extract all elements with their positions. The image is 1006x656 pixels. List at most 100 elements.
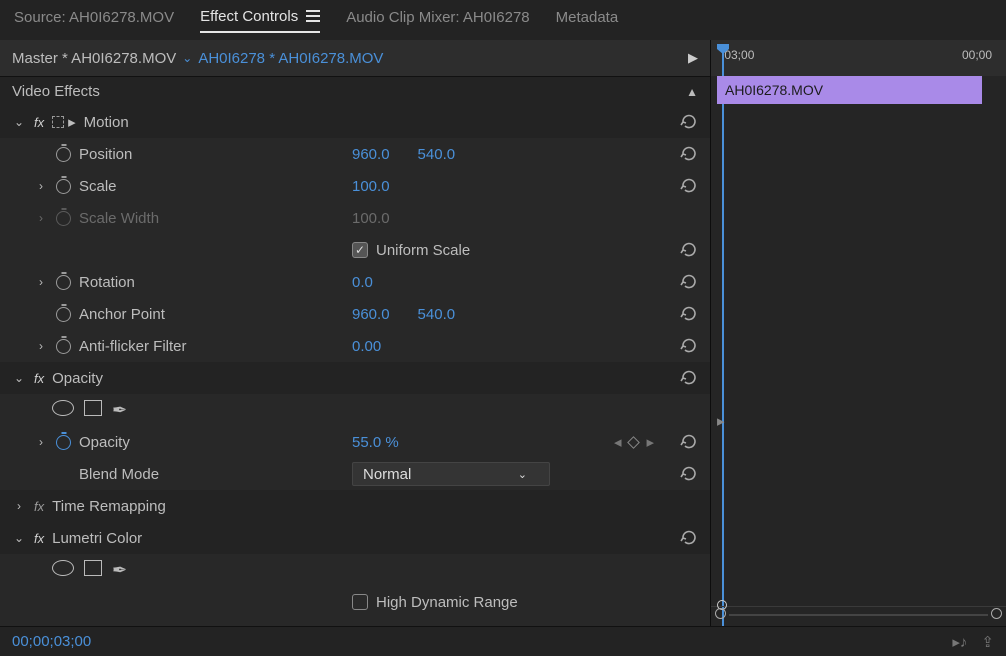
rotation-value[interactable]: 0.0 <box>352 274 373 291</box>
clip-bar[interactable]: AH0I6278.MOV <box>717 76 982 104</box>
properties-list: ⌄ fx ▸ Motion Position 960.0 540.0 <box>0 106 710 626</box>
timeline-scrollbar[interactable] <box>729 614 988 616</box>
playhead[interactable] <box>717 44 729 54</box>
anti-flicker-value[interactable]: 0.00 <box>352 338 381 355</box>
blend-mode-select[interactable]: Normal ⌄ <box>352 462 550 486</box>
stopwatch-icon <box>56 211 71 226</box>
twirl-icon[interactable]: ⌄ <box>12 531 26 545</box>
export-icon[interactable]: ⇪ <box>981 633 994 651</box>
prop-hdr: High Dynamic Range <box>0 586 710 618</box>
blend-mode-label: Blend Mode <box>79 466 159 483</box>
effect-motion-label: Motion <box>84 114 129 131</box>
rotation-label: Rotation <box>79 274 135 291</box>
effect-controls-panel: Source: AH0I6278.MOV Effect Controls Aud… <box>0 0 1006 656</box>
fx-badge-icon[interactable]: fx <box>34 371 44 386</box>
video-effects-header[interactable]: Video Effects ▲ <box>0 76 710 106</box>
master-clip-label: Master * AH0I6278.MOV <box>12 50 176 67</box>
blend-mode-value: Normal <box>363 466 411 483</box>
master-clip-bar: Master * AH0I6278.MOV ⌄ AH0I6278 * AH0I6… <box>0 40 710 76</box>
ellipse-mask-icon[interactable] <box>52 560 74 576</box>
uniform-scale-checkbox[interactable] <box>352 242 368 258</box>
rectangle-mask-icon[interactable] <box>84 400 102 416</box>
prev-keyframe-icon[interactable]: ◂ <box>614 433 622 451</box>
pen-mask-icon[interactable]: ✒ <box>112 560 127 581</box>
reset-button[interactable] <box>680 433 698 451</box>
zoom-handle-right-icon[interactable] <box>991 608 1002 619</box>
twirl-icon[interactable]: › <box>12 499 26 513</box>
chevron-down-icon: ⌄ <box>518 468 527 481</box>
tab-metadata[interactable]: Metadata <box>556 9 619 32</box>
hdr-checkbox[interactable] <box>352 594 368 610</box>
loop-icon[interactable]: ▸♪ <box>952 633 967 651</box>
prop-opacity: › Opacity 55.0 % ◂ ▸ <box>0 426 710 458</box>
panel-menu-icon[interactable] <box>306 10 320 22</box>
anti-flicker-label: Anti-flicker Filter <box>79 338 187 355</box>
reset-button[interactable] <box>680 273 698 291</box>
reset-button[interactable] <box>680 145 698 163</box>
stopwatch-icon[interactable] <box>56 147 71 162</box>
prop-uniform-scale: Uniform Scale <box>0 234 710 266</box>
scale-value[interactable]: 100.0 <box>352 178 390 195</box>
prop-blend-mode: Blend Mode Normal ⌄ <box>0 458 710 490</box>
reset-button[interactable] <box>680 337 698 355</box>
ellipse-mask-icon[interactable] <box>52 400 74 416</box>
tab-effect-controls[interactable]: Effect Controls <box>200 8 320 33</box>
add-keyframe-icon[interactable] <box>628 436 641 449</box>
collapse-up-icon[interactable]: ▲ <box>686 85 698 99</box>
play-icon[interactable]: ▶ <box>688 50 698 66</box>
twirl-icon[interactable]: ⌄ <box>12 371 26 385</box>
opacity-value[interactable]: 55.0 % <box>352 434 399 451</box>
twirl-icon[interactable]: › <box>34 179 48 193</box>
tab-source[interactable]: Source: AH0I6278.MOV <box>14 9 174 32</box>
uniform-scale-label: Uniform Scale <box>376 242 470 259</box>
fx-badge-icon[interactable]: fx <box>34 115 44 130</box>
keyframe-expand-icon[interactable]: ▸ <box>717 412 725 430</box>
panel-tabbar: Source: AH0I6278.MOV Effect Controls Aud… <box>0 0 1006 40</box>
twirl-icon[interactable]: ⌄ <box>12 115 26 129</box>
reset-button[interactable] <box>680 369 698 387</box>
fx-badge-icon[interactable]: fx <box>34 531 44 546</box>
stopwatch-icon[interactable] <box>56 275 71 290</box>
reset-button[interactable] <box>680 305 698 323</box>
reset-button[interactable] <box>680 241 698 259</box>
prop-scale-width: › Scale Width 100.0 <box>0 202 710 234</box>
anchor-y-value[interactable]: 540.0 <box>418 306 456 323</box>
reset-button[interactable] <box>680 529 698 547</box>
chevron-down-icon[interactable]: ⌄ <box>182 51 192 65</box>
stopwatch-icon[interactable] <box>56 435 71 450</box>
time-ruler[interactable]: :03;00 00;00 <box>711 40 1006 76</box>
tab-audio-mixer[interactable]: Audio Clip Mixer: AH0I6278 <box>346 9 529 32</box>
scale-label: Scale <box>79 178 117 195</box>
anchor-x-value[interactable]: 960.0 <box>352 306 390 323</box>
next-keyframe-icon[interactable]: ▸ <box>646 433 654 451</box>
rectangle-mask-icon[interactable] <box>84 560 102 576</box>
stopwatch-icon[interactable] <box>56 179 71 194</box>
prop-anchor-point: Anchor Point 960.0 540.0 <box>0 298 710 330</box>
stopwatch-icon[interactable] <box>56 339 71 354</box>
position-x-value[interactable]: 960.0 <box>352 146 390 163</box>
zoom-handle-left-icon[interactable] <box>715 608 726 619</box>
effect-motion[interactable]: ⌄ fx ▸ Motion <box>0 106 710 138</box>
sequence-clip-label[interactable]: AH0I6278 * AH0I6278.MOV <box>198 50 383 67</box>
effect-controls-timeline[interactable]: :03;00 00;00 AH0I6278.MOV ▸ <box>710 40 1006 626</box>
prop-position: Position 960.0 540.0 <box>0 138 710 170</box>
effect-time-remapping[interactable]: › fx Time Remapping <box>0 490 710 522</box>
timecode-display[interactable]: 00;00;03;00 <box>12 633 91 650</box>
effect-lumetri-color[interactable]: ⌄ fx Lumetri Color <box>0 522 710 554</box>
reset-button[interactable] <box>680 465 698 483</box>
twirl-icon[interactable]: › <box>34 339 48 353</box>
effect-opacity[interactable]: ⌄ fx Opacity <box>0 362 710 394</box>
stopwatch-icon[interactable] <box>56 307 71 322</box>
fx-badge-icon[interactable]: fx <box>34 499 44 514</box>
twirl-icon[interactable]: › <box>34 275 48 289</box>
position-y-value[interactable]: 540.0 <box>418 146 456 163</box>
motion-transform-icon: ▸ <box>52 113 76 131</box>
prop-basic-correction[interactable]: › Basic Correction <box>0 618 710 626</box>
twirl-icon[interactable]: › <box>34 435 48 449</box>
effect-controls-left: Master * AH0I6278.MOV ⌄ AH0I6278 * AH0I6… <box>0 40 710 626</box>
reset-button[interactable] <box>680 177 698 195</box>
mask-tools-row: ✒ <box>0 394 710 426</box>
pen-mask-icon[interactable]: ✒ <box>112 400 127 421</box>
reset-button[interactable] <box>680 113 698 131</box>
keyframe-nav: ◂ ▸ <box>614 433 654 451</box>
